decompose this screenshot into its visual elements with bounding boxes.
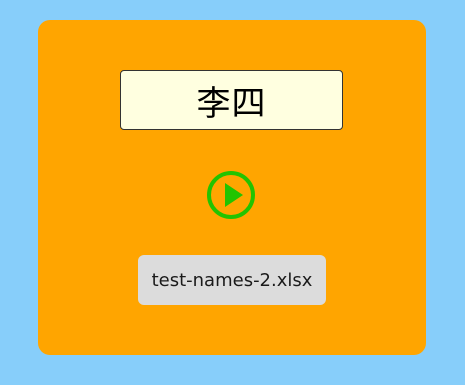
- file-select-button[interactable]: test-names-2.xlsx: [138, 255, 326, 305]
- play-circle-icon: [207, 171, 255, 219]
- name-text: 李四: [196, 83, 267, 124]
- name-display: 李四: [120, 70, 343, 130]
- main-card: 李四 test-names-2.xlsx: [38, 20, 426, 355]
- play-button[interactable]: [206, 170, 256, 220]
- file-name-label: test-names-2.xlsx: [151, 269, 313, 291]
